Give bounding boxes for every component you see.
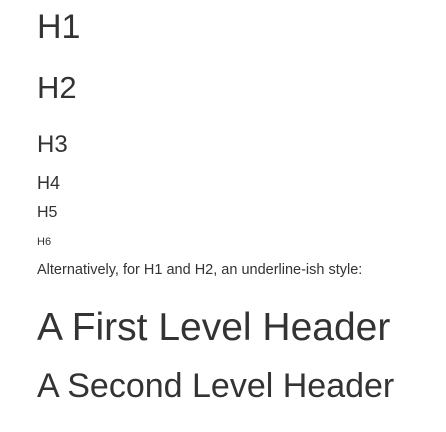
heading-h3: H3: [37, 131, 68, 158]
heading-h6: H6: [37, 236, 52, 248]
heading-h4: H4: [37, 173, 61, 193]
second-level-header: A Second Level Header: [37, 367, 395, 405]
heading-h2: H2: [37, 70, 77, 105]
document-body: H1 H2 H3 H4 H5 H6 Alternatively, for H1 …: [0, 0, 446, 432]
first-level-header: A First Level Header: [37, 306, 391, 349]
heading-h5: H5: [37, 204, 58, 221]
intro-paragraph: Alternatively, for H1 and H2, an underli…: [37, 262, 363, 278]
heading-h1: H1: [37, 8, 81, 46]
